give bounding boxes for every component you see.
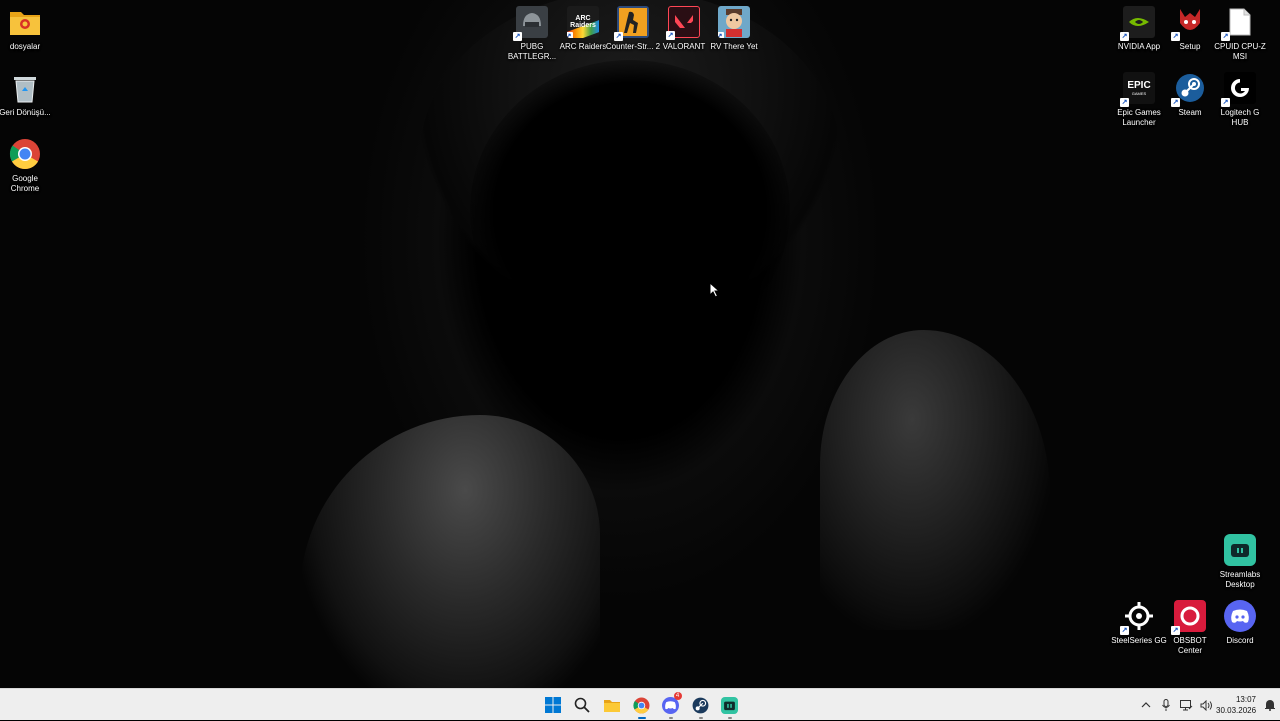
- steam-icon: [692, 697, 709, 713]
- taskbar: 4 13:07 30.03.2026: [0, 688, 1280, 720]
- desktop-icon-steelseries[interactable]: ↗ SteelSeries GG: [1111, 600, 1167, 646]
- desktop-icon-label: OBSBOT Center: [1173, 636, 1207, 655]
- shortcut-arrow-icon: ↗: [1171, 626, 1180, 635]
- shortcut-arrow-icon: ↗: [567, 32, 573, 38]
- folder-icon: [9, 6, 41, 38]
- shortcut-arrow-icon: ↗: [1171, 32, 1180, 41]
- shortcut-arrow-icon: ↗: [718, 32, 724, 38]
- discord-icon: [1224, 600, 1256, 632]
- notification-badge: 4: [673, 692, 682, 700]
- wallpaper-right-shoulder: [820, 330, 1050, 630]
- desktop-icon-label: PUBG BATTLEGR...: [507, 42, 557, 61]
- desktop-icon-label: Geri Dönüşü...: [0, 108, 51, 117]
- volume-icon[interactable]: [1196, 689, 1216, 721]
- steelseries-icon: ↗: [1120, 600, 1155, 635]
- wallpaper-face-shadow: [470, 60, 790, 360]
- desktop-icon-setup[interactable]: ↗ Setup: [1164, 6, 1216, 52]
- microphone-icon[interactable]: [1156, 689, 1176, 721]
- desktop-icon-label: SteelSeries GG: [1111, 636, 1167, 645]
- clock[interactable]: 13:07 30.03.2026: [1216, 694, 1260, 716]
- shortcut-arrow-icon: ↗: [666, 31, 675, 40]
- taskbar-streamlabs[interactable]: [715, 690, 745, 720]
- desktop-icon-label: Steam: [1178, 108, 1202, 117]
- taskbar-chrome[interactable]: [627, 690, 657, 720]
- show-hidden-icons-chevron-icon[interactable]: [1136, 689, 1156, 721]
- desktop-icon-logitech[interactable]: ↗ Logitech G HUB: [1214, 72, 1266, 128]
- desktop-icon-label: CPUID CPU-Z MSI: [1214, 42, 1266, 61]
- desktop-icon-label: Streamlabs Desktop: [1219, 570, 1261, 589]
- taskbar-file-explorer[interactable]: [597, 690, 627, 720]
- desktop-icon-arc-raiders[interactable]: ARC Raiders ↗ ARC Raiders: [557, 6, 609, 52]
- pubg-icon: ↗: [513, 6, 548, 41]
- shortcut-arrow-icon: ↗: [1171, 98, 1180, 107]
- start-button[interactable]: [538, 690, 568, 720]
- streamlabs-icon: [1224, 534, 1256, 566]
- wallpaper-left-shoulder: [300, 415, 600, 688]
- shortcut-arrow-icon: ↗: [1221, 98, 1230, 107]
- shortcut-arrow-icon: ↗: [614, 32, 623, 41]
- search-icon: [574, 697, 590, 713]
- desktop-icon-cpuid[interactable]: ↗ CPUID CPU-Z MSI: [1214, 6, 1266, 62]
- epic-games-icon: EPIC GAMES ↗: [1120, 72, 1155, 107]
- desktop-icon-pubg[interactable]: ↗ PUBG BATTLEGR...: [506, 6, 558, 62]
- shortcut-arrow-icon: ↗: [1120, 626, 1129, 635]
- rv-there-yet-icon: ↗: [718, 6, 750, 38]
- desktop-icon-label: NVIDIA App: [1117, 42, 1161, 51]
- desktop-icon-dosyalar[interactable]: dosyalar: [0, 6, 51, 52]
- desktop-icon-label: dosyalar: [9, 42, 41, 51]
- desktop-icon-chrome[interactable]: Google Chrome: [0, 138, 51, 194]
- shortcut-arrow-icon: ↗: [1120, 32, 1129, 41]
- counter-strike-icon: ↗: [614, 6, 649, 41]
- chrome-icon: [9, 138, 41, 170]
- valorant-icon: ↗: [666, 6, 700, 40]
- setup-icon: ↗: [1171, 6, 1206, 41]
- desktop-icon-discord[interactable]: Discord: [1214, 600, 1266, 646]
- nvidia-icon: ↗: [1120, 6, 1155, 41]
- shortcut-arrow-icon: ↗: [1221, 32, 1230, 41]
- desktop-icon-streamlabs[interactable]: Streamlabs Desktop: [1214, 534, 1266, 590]
- desktop-icon-valorant[interactable]: ↗ VALORANT: [658, 6, 710, 52]
- file-explorer-icon: [603, 699, 620, 712]
- desktop[interactable]: dosyalar Geri Dönüşü... Google Chrome ↗ …: [0, 0, 1280, 688]
- chrome-icon: [633, 697, 650, 713]
- taskbar-apps: 4: [538, 689, 745, 721]
- system-tray: 13:07 30.03.2026: [1136, 689, 1280, 721]
- desktop-icon-label: Counter-Str... 2: [605, 42, 661, 51]
- shortcut-arrow-icon: ↗: [513, 32, 522, 41]
- notifications-icon[interactable]: [1260, 689, 1280, 721]
- clock-date: 30.03.2026: [1216, 706, 1257, 715]
- desktop-icon-label: ARC Raiders: [559, 42, 607, 51]
- desktop-icon-epic[interactable]: EPIC GAMES ↗ Epic Games Launcher: [1113, 72, 1165, 128]
- desktop-icon-obsbot[interactable]: ↗ OBSBOT Center: [1164, 600, 1216, 656]
- desktop-icon-steam[interactable]: ↗ Steam: [1164, 72, 1216, 118]
- desktop-icon-recycle-bin[interactable]: Geri Dönüşü...: [0, 72, 51, 118]
- desktop-icon-label: Setup: [1179, 42, 1201, 51]
- desktop-icon-label: Epic Games Launcher: [1117, 108, 1161, 127]
- desktop-icon-nvidia[interactable]: ↗ NVIDIA App: [1113, 6, 1165, 52]
- arc-raiders-icon: ARC Raiders ↗: [567, 6, 599, 38]
- taskbar-steam[interactable]: [686, 690, 716, 720]
- taskbar-search-button[interactable]: [568, 690, 598, 720]
- windows-logo-icon: [544, 697, 561, 713]
- desktop-icon-label: VALORANT: [662, 42, 706, 51]
- desktop-icon-label: Discord: [1226, 636, 1254, 645]
- clock-time: 13:07: [1235, 695, 1256, 704]
- streamlabs-icon: [721, 696, 739, 714]
- taskbar-discord[interactable]: 4: [656, 690, 686, 720]
- recycle-bin-icon: [9, 72, 41, 104]
- desktop-icon-label: Logitech G HUB: [1220, 108, 1260, 127]
- file-icon: ↗: [1221, 6, 1256, 41]
- desktop-icon-label: Google Chrome: [10, 174, 40, 193]
- obsbot-icon: ↗: [1171, 600, 1206, 635]
- network-icon[interactable]: [1176, 689, 1196, 721]
- shortcut-arrow-icon: ↗: [1120, 98, 1129, 107]
- logitech-g-icon: ↗: [1221, 72, 1256, 107]
- desktop-icon-counter-strike[interactable]: ↗ Counter-Str... 2: [605, 6, 661, 52]
- desktop-icon-label: RV There Yet: [710, 42, 758, 51]
- steam-icon: ↗: [1171, 72, 1206, 107]
- desktop-icon-rv-there-yet[interactable]: ↗ RV There Yet: [708, 6, 760, 52]
